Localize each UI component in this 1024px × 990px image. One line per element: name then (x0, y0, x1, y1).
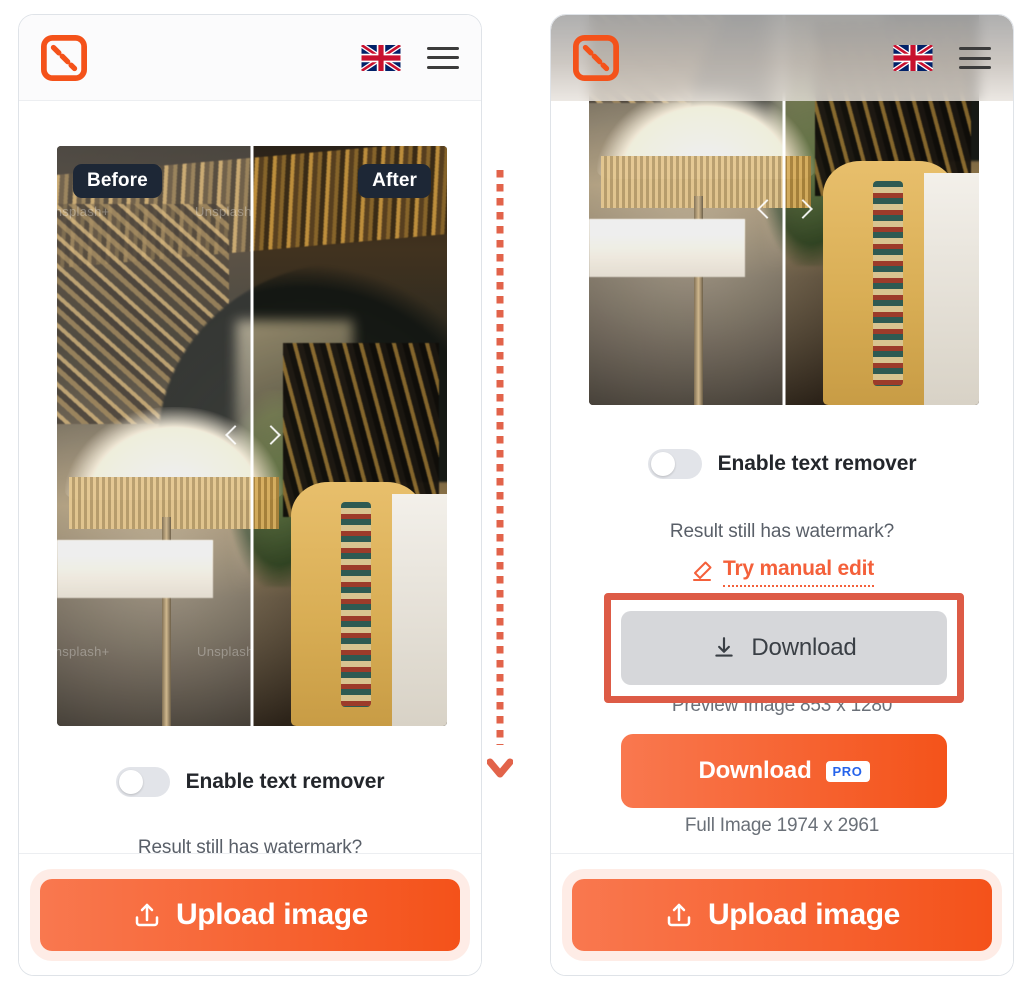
enable-text-remover-label: Enable text remover (185, 770, 385, 793)
app-header-right (551, 15, 1013, 101)
arrow-down-icon (487, 758, 513, 778)
screenshot-stage: Unsplash+ Unsplash+ Unsplash+ Unsplash+ … (0, 0, 1024, 990)
try-manual-edit-label: Try manual edit (722, 557, 874, 587)
after-badge: After (358, 164, 431, 198)
before-after-compare-widget[interactable]: Unsplash+ Unsplash+ Unsplash+ Unsplash+ … (57, 146, 447, 726)
before-image-half: Unsplash+ Unsplash+ Unsplash+ Unsplash+ … (57, 146, 252, 726)
upload-image-label: Upload image (708, 897, 900, 931)
download-pro-label: Download (698, 757, 812, 784)
watermark-question-text: Result still has watermark? (669, 521, 895, 542)
compare-slider-divider[interactable] (250, 146, 254, 726)
app-header-left (19, 15, 481, 101)
resize-diagonal-logo-icon[interactable] (41, 34, 87, 81)
watermark-text: Unsplash+ (57, 644, 110, 659)
chevron-left-icon[interactable] (758, 199, 772, 221)
full-image-size-caption: Full Image 1974 x 2961 (684, 815, 880, 836)
upload-icon (667, 903, 691, 926)
dotted-line (496, 170, 504, 745)
after-image (252, 146, 447, 726)
uk-flag-icon[interactable] (361, 44, 401, 71)
toggle-knob (118, 770, 143, 794)
watermark-text: Unsplash+ (57, 204, 110, 219)
upload-icon (135, 903, 159, 926)
hamburger-menu-icon[interactable] (959, 47, 991, 69)
upload-image-button[interactable]: Upload image (572, 878, 992, 951)
pro-badge: PRO (825, 760, 870, 782)
text-remover-toggle-row[interactable]: Enable text remover (19, 767, 481, 797)
upload-image-button[interactable]: Upload image (40, 878, 460, 951)
upload-footer-right: Upload image (551, 853, 1013, 975)
flow-connector-arrow (487, 170, 513, 780)
download-pro-button[interactable]: Download PRO (621, 734, 947, 808)
chevron-right-icon[interactable] (264, 425, 278, 447)
upload-image-label: Upload image (176, 897, 368, 931)
uk-flag-icon[interactable] (893, 45, 933, 71)
preview-image-size-caption: Preview Image 853 x 1280 (671, 695, 893, 716)
eraser-icon (692, 561, 712, 581)
download-preview-label: Download (751, 634, 857, 661)
resize-diagonal-logo-icon[interactable] (573, 35, 619, 81)
download-icon (715, 637, 734, 657)
text-remover-toggle-row[interactable]: Enable text remover (551, 449, 1013, 479)
enable-text-remover-toggle[interactable] (115, 767, 170, 797)
toggle-knob (650, 452, 675, 476)
enable-text-remover-label: Enable text remover (717, 452, 917, 475)
hamburger-menu-icon[interactable] (427, 46, 459, 69)
phone-card-step-1: Unsplash+ Unsplash+ Unsplash+ Unsplash+ … (18, 14, 482, 976)
chevron-right-icon[interactable] (796, 199, 810, 221)
watermark-overlay: Unsplash+ Unsplash+ Unsplash+ Unsplash+ … (57, 146, 252, 726)
upload-footer-left: Upload image (19, 853, 481, 975)
watermark-text: Unsplash+ (197, 644, 252, 659)
before-badge: Before (73, 164, 162, 198)
download-preview-button[interactable]: Download (621, 611, 947, 685)
phone-card-step-2: Enable text remover Result still has wat… (550, 14, 1014, 976)
before-image (57, 146, 252, 726)
app-body-right: Enable text remover Result still has wat… (551, 15, 1013, 975)
try-manual-edit-link[interactable]: Try manual edit (551, 557, 1013, 587)
enable-text-remover-toggle[interactable] (647, 449, 702, 479)
watermark-text: Unsplash+ (195, 204, 252, 219)
after-image-half (252, 146, 447, 726)
app-body-left: Unsplash+ Unsplash+ Unsplash+ Unsplash+ … (19, 15, 481, 975)
chevron-left-icon[interactable] (226, 425, 240, 447)
